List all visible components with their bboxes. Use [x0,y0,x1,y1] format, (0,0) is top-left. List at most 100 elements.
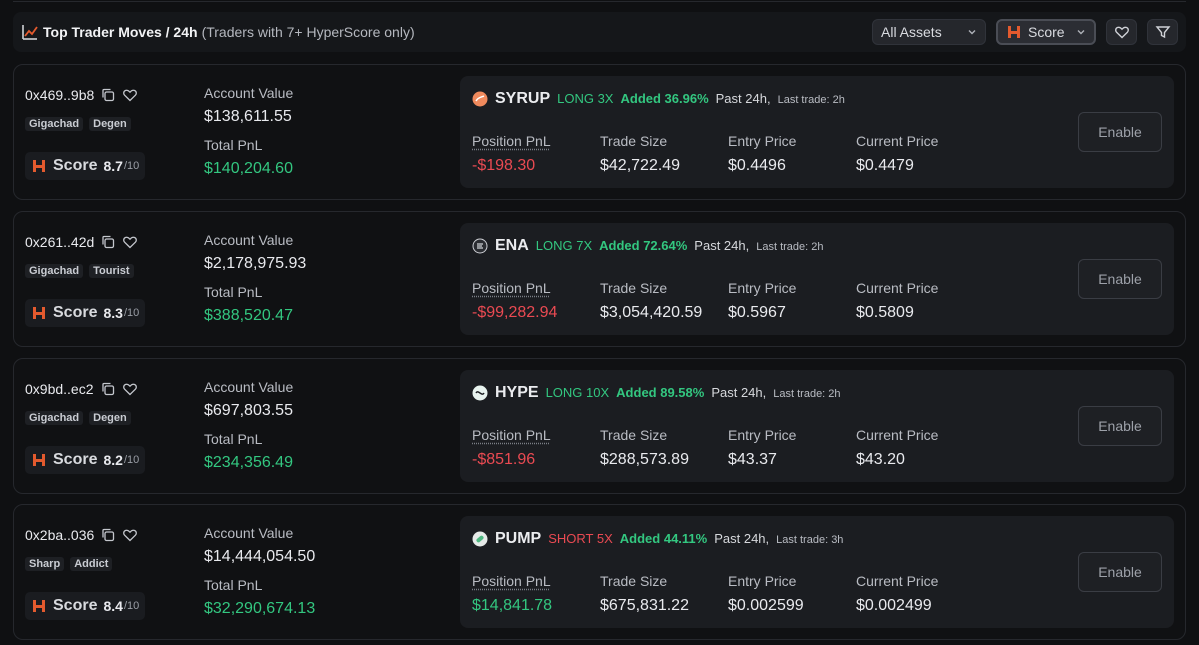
current-price-label: Current Price [856,133,939,149]
total-pnl-label: Total PnL [204,137,263,153]
total-pnl-value: $140,204.60 [204,160,293,177]
ena-coin-icon [472,238,488,254]
position-pnl-label: Position PnL [472,133,551,149]
past-period: Past 24h, [711,385,767,400]
trade-size: Trade Size $288,573.89 [600,427,689,469]
current-price-value: $0.002499 [856,597,932,614]
trade-size-label: Trade Size [600,427,668,443]
account-value: $697,803.55 [204,402,293,419]
trade-size-value: $675,831.22 [600,597,689,614]
copy-icon[interactable] [100,87,116,103]
filter-button[interactable] [1147,19,1178,45]
added-percent: Added 44.11% [619,531,708,546]
position-pnl-label: Position PnL [472,573,551,589]
position-header: PUMP SHORT 5X Added 44.11% Past 24h, Las… [472,530,843,548]
account-summary: Account Value $138,611.55 Total PnL $140… [204,65,454,199]
coin-symbol: ENA [495,237,529,254]
score-label: Score [53,157,98,174]
copy-icon[interactable] [100,527,116,543]
enable-button[interactable]: Enable [1078,112,1162,152]
position-pnl: Position PnL $14,841.78 [472,573,552,615]
past-period: Past 24h, [715,91,771,106]
heart-icon[interactable] [122,87,138,103]
assets-filter-select[interactable]: All Assets [872,19,986,45]
chevron-down-icon [968,30,976,35]
trader-tags: Sharp Addict [25,557,113,571]
account-value: $2,178,975.93 [204,255,307,272]
coin-symbol: HYPE [495,384,539,401]
enable-button[interactable]: Enable [1078,259,1162,299]
favorites-filter-button[interactable] [1106,19,1137,45]
sort-select[interactable]: Score [996,19,1096,45]
last-trade: Last trade: 2h [756,241,824,253]
top-divider [13,0,1186,2]
enable-button[interactable]: Enable [1078,552,1162,592]
trade-size-label: Trade Size [600,573,668,589]
enable-button[interactable]: Enable [1078,406,1162,446]
position-pnl-value: -$99,282.94 [472,304,558,321]
position-direction: SHORT 5X [548,531,613,546]
added-percent: Added 89.58% [616,385,705,400]
trade-size-value: $42,722.49 [600,157,681,174]
trader-address[interactable]: 0x2ba..036 [25,527,94,543]
trader-address[interactable]: 0x9bd..ec2 [25,381,94,397]
last-trade: Last trade: 2h [773,388,841,400]
current-price-label: Current Price [856,280,939,296]
entry-price: Entry Price $0.002599 [728,573,804,615]
position-direction: LONG 10X [545,385,610,400]
position-pnl-value: $14,841.78 [472,597,553,614]
trader-tag: Degen [89,117,131,131]
current-price-label: Current Price [856,427,939,443]
position-pnl-label: Position PnL [472,427,551,443]
trade-size: Trade Size $3,054,420.59 [600,280,702,322]
heart-icon [1114,26,1129,39]
score-max: /10 [123,307,140,319]
position-panel: ENA LONG 7X Added 72.64% Past 24h, Last … [460,223,1174,335]
account-value-label: Account Value [204,232,294,248]
score-value: 8.2 [103,452,123,468]
total-pnl-label: Total PnL [204,284,263,300]
position-header: ENA LONG 7X Added 72.64% Past 24h, Last … [472,237,824,255]
total-pnl-value: $32,290,674.13 [204,600,316,617]
entry-price-label: Entry Price [728,573,797,589]
position-direction: LONG 7X [535,238,593,253]
entry-price-label: Entry Price [728,133,797,149]
trader-tag: Gigachad [25,264,84,278]
hyperscore-logo-icon [33,160,45,172]
score-value: 8.7 [103,158,123,174]
copy-icon[interactable] [100,381,116,397]
trade-size-value: $3,054,420.59 [600,304,703,321]
entry-price: Entry Price $0.5967 [728,280,796,322]
heart-icon[interactable] [122,234,138,250]
past-period: Past 24h, [714,531,770,546]
trader-tag: Gigachad [25,117,84,131]
account-summary: Account Value $14,444,054.50 Total PnL $… [204,505,454,639]
account-value: $14,444,054.50 [204,548,316,565]
position-pnl: Position PnL -$99,282.94 [472,280,557,322]
entry-price-value: $0.002599 [728,597,804,614]
account-value-label: Account Value [204,85,294,101]
trader-card: 0x469..9b8 Gigachad Degen Score 8.7 /10 … [13,64,1186,200]
position-direction: LONG 3X [557,91,614,106]
current-price: Current Price $0.5809 [856,280,938,322]
score-value: 8.3 [103,305,123,321]
pump-coin-icon [472,531,488,547]
trader-address[interactable]: 0x261..42d [25,234,94,250]
heart-icon[interactable] [122,527,138,543]
trade-size-value: $288,573.89 [600,451,689,468]
current-price-label: Current Price [856,573,939,589]
trader-address[interactable]: 0x469..9b8 [25,87,94,103]
past-period: Past 24h, [694,238,750,253]
trader-info: 0x9bd..ec2 Gigachad Degen Score 8.2 /10 [25,359,195,493]
score-max: /10 [123,160,140,172]
account-value-label: Account Value [204,379,294,395]
heart-icon[interactable] [122,381,138,397]
trader-tag: Addict [70,557,113,571]
trader-tags: Gigachad Tourist [25,264,134,278]
copy-icon[interactable] [100,234,116,250]
position-pnl: Position PnL -$851.96 [472,427,551,469]
page-title: Top Trader Moves / 24h [43,24,198,40]
header-bar: Top Trader Moves / 24h (Traders with 7+ … [13,12,1186,52]
score-badge: Score 8.7 /10 [25,152,146,180]
position-header: HYPE LONG 10X Added 89.58% Past 24h, Las… [472,384,841,402]
